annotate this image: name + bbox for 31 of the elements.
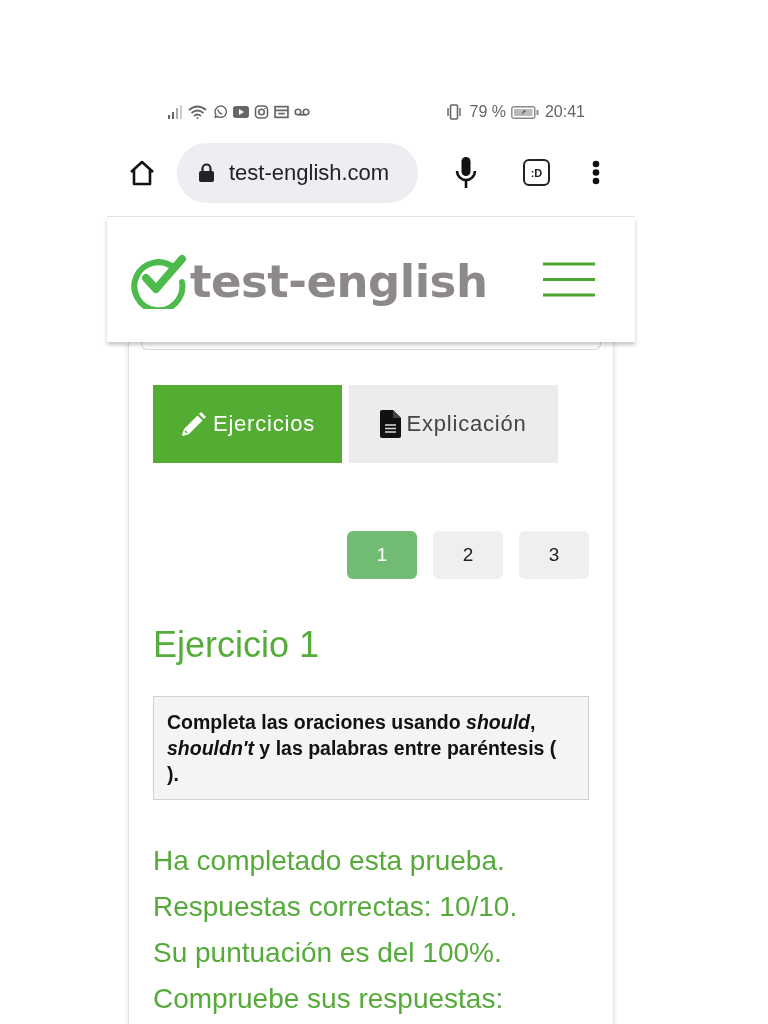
- result-text: Respuestas correctas: 10/10.: [153, 890, 519, 924]
- home-icon[interactable]: [128, 158, 156, 187]
- vibrate-icon: [446, 104, 463, 120]
- page-button[interactable]: 3: [519, 531, 589, 579]
- microphone-icon[interactable]: [455, 157, 477, 188]
- instructions-box: Completa las oraciones usando should, shouldn't y las palabras entre paréntesis ( ).: [153, 696, 589, 800]
- tab-switcher-button[interactable]: :D: [523, 159, 550, 186]
- exercise-title: Ejercicio 1: [153, 624, 321, 666]
- page-button[interactable]: 2: [433, 531, 503, 579]
- camera-icon: [254, 105, 269, 119]
- play-icon: [233, 105, 249, 119]
- battery-percentage: 79 %: [469, 103, 506, 121]
- result-text: Ha completado esta prueba.: [153, 844, 506, 878]
- address-bar[interactable]: test-english.com: [177, 142, 418, 203]
- chat-bubble-icon: [212, 105, 228, 119]
- document-icon: [380, 410, 402, 438]
- menu-icon[interactable]: [543, 262, 595, 297]
- result-text: Compruebe sus respuestas:: [153, 982, 505, 1016]
- wifi-icon: [188, 105, 207, 119]
- clock-time: 20:41: [544, 103, 585, 121]
- lock-icon: [199, 163, 214, 182]
- url-text: test-english.com: [229, 159, 390, 186]
- tab[interactable]: Explicación: [349, 385, 558, 463]
- battery-icon: [510, 105, 539, 119]
- pencil-icon: [179, 410, 208, 438]
- more-options-icon[interactable]: [592, 160, 600, 185]
- result-text: Su puntuación es del 100%.: [153, 936, 503, 970]
- notepad-icon: [274, 105, 289, 119]
- logo-text: test-english: [190, 255, 488, 308]
- signal-icon: [168, 105, 183, 119]
- voicemail-icon: [294, 105, 310, 119]
